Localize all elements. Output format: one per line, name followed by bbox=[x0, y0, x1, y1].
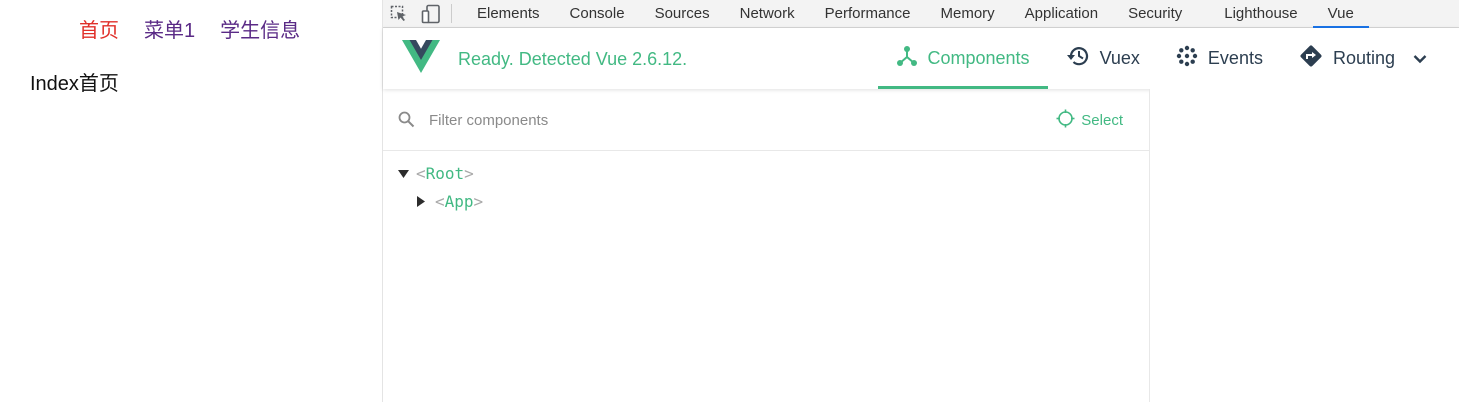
devtools-panel: Elements Console Sources Network Perform… bbox=[382, 0, 1459, 402]
components-pane: Select < Root > < App > bbox=[383, 89, 1150, 402]
vue-tabs: Components Vuex Events Routing bbox=[877, 28, 1459, 89]
vue-tab-events[interactable]: Events bbox=[1158, 28, 1281, 89]
crosshair-icon bbox=[1056, 109, 1075, 132]
vue-tab-vuex[interactable]: Vuex bbox=[1048, 28, 1158, 89]
vue-tab-events-label: Events bbox=[1207, 48, 1263, 68]
vue-tab-vuex-label: Vuex bbox=[1099, 48, 1140, 68]
tab-security[interactable]: Security bbox=[1113, 0, 1197, 27]
filter-bar: Select bbox=[383, 89, 1149, 151]
devtools-tabbar: Elements Console Sources Network Perform… bbox=[383, 0, 1459, 28]
filter-components-input[interactable] bbox=[429, 107, 1029, 133]
nav-link-home[interactable]: 首页 bbox=[79, 14, 119, 43]
inspect-element-icon[interactable] bbox=[383, 0, 415, 27]
device-toggle-icon[interactable] bbox=[415, 0, 447, 27]
events-icon bbox=[1176, 45, 1198, 72]
page-nav: 首页 菜单1 学生信息 bbox=[79, 14, 300, 43]
directions-icon bbox=[1299, 44, 1323, 73]
vue-logo-icon bbox=[402, 40, 440, 79]
nav-link-student-info[interactable]: 学生信息 bbox=[220, 14, 300, 43]
component-tree: < Root > < App > bbox=[383, 151, 1149, 215]
tab-memory[interactable]: Memory bbox=[926, 0, 1010, 27]
history-icon bbox=[1066, 45, 1090, 72]
tree-node-root-name: Root bbox=[425, 163, 465, 183]
tree-node-app[interactable]: < App > bbox=[383, 187, 1149, 215]
vue-tab-components-label: Components bbox=[927, 48, 1030, 68]
page-content: Index首页 bbox=[30, 73, 119, 95]
toolbar-divider bbox=[451, 4, 452, 23]
tab-sources[interactable]: Sources bbox=[640, 0, 725, 27]
components-icon bbox=[896, 45, 918, 72]
tag-close-bracket: > bbox=[473, 191, 484, 211]
tab-lighthouse[interactable]: Lighthouse bbox=[1209, 0, 1312, 27]
vue-tab-routing-label: Routing bbox=[1332, 48, 1395, 68]
tab-vue[interactable]: Vue bbox=[1312, 0, 1369, 28]
vue-devtools-header: Ready. Detected Vue 2.6.12. Components V… bbox=[383, 28, 1459, 89]
caret-right-icon[interactable] bbox=[417, 192, 429, 211]
select-label: Select bbox=[1081, 112, 1123, 129]
select-component-button[interactable]: Select bbox=[1056, 109, 1123, 132]
tab-application[interactable]: Application bbox=[1010, 0, 1113, 27]
tab-console[interactable]: Console bbox=[555, 0, 640, 27]
tab-performance[interactable]: Performance bbox=[810, 0, 926, 27]
tree-node-root[interactable]: < Root > bbox=[383, 159, 1149, 187]
tree-node-app-name: App bbox=[444, 191, 474, 211]
tab-network[interactable]: Network bbox=[725, 0, 810, 27]
vue-tab-components[interactable]: Components bbox=[877, 28, 1048, 89]
chevron-down-icon[interactable] bbox=[1413, 48, 1427, 69]
vue-status-text: Ready. Detected Vue 2.6.12. bbox=[458, 49, 688, 69]
vue-tab-routing[interactable]: Routing bbox=[1281, 28, 1459, 89]
tag-close-bracket: > bbox=[464, 163, 474, 183]
tab-elements[interactable]: Elements bbox=[462, 0, 555, 27]
tag-open-bracket: < bbox=[416, 163, 426, 183]
caret-down-icon[interactable] bbox=[398, 164, 410, 183]
tag-open-bracket: < bbox=[435, 191, 445, 211]
search-icon bbox=[398, 111, 415, 133]
app-page: 首页 菜单1 学生信息 Index首页 bbox=[0, 0, 382, 402]
nav-link-menu1[interactable]: 菜单1 bbox=[144, 14, 195, 43]
component-state-pane bbox=[1150, 89, 1459, 402]
